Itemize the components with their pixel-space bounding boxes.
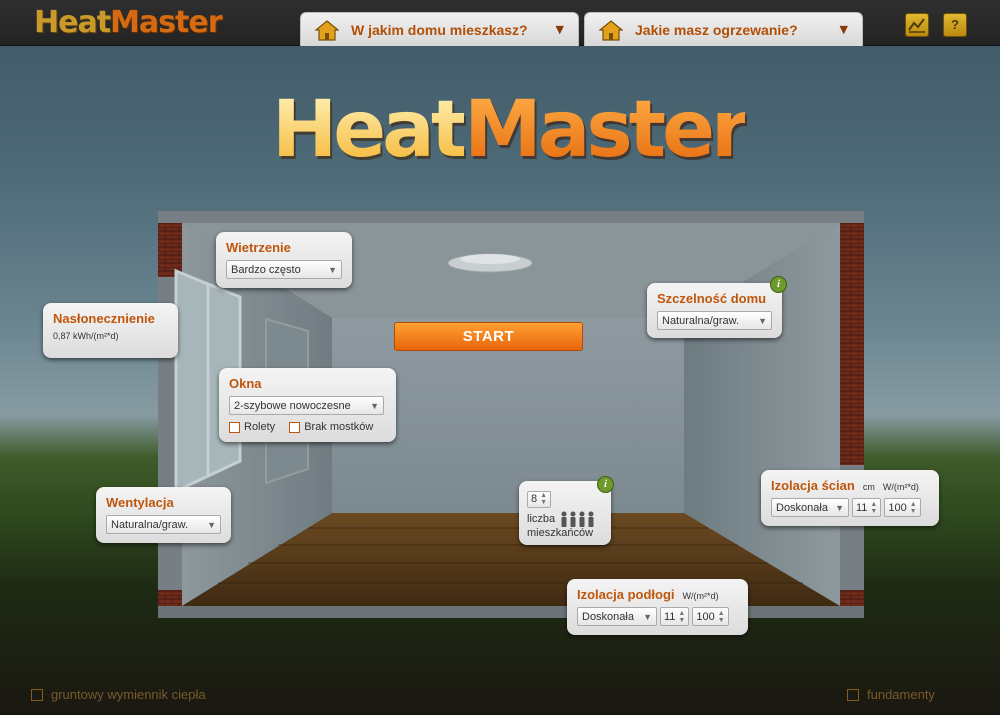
- windows-type-select[interactable]: 2-szybowe nowoczesne ▼: [229, 396, 384, 415]
- chevron-down-icon: ▼: [758, 315, 767, 326]
- wall-insulation-title: Izolacja ścian: [771, 478, 855, 493]
- people-icon: [561, 511, 594, 527]
- chevron-down-icon: ▼: [328, 264, 337, 275]
- insolation-panel: Nasłonecznienie 0,87 kWh/(m²*d): [43, 303, 178, 358]
- ventilation-frequency-title: Wietrzenie: [226, 240, 291, 255]
- ventilation-title: Wentylacja: [106, 495, 174, 510]
- chevron-down-icon: ▼: [839, 23, 848, 36]
- start-button[interactable]: START: [394, 322, 583, 351]
- app-logo[interactable]: HeatMaster: [34, 8, 222, 38]
- wall-insulation-unit-cm: cm: [862, 482, 875, 492]
- windows-title: Okna: [229, 376, 262, 391]
- help-icon[interactable]: ?: [943, 13, 967, 37]
- ventilation-type-select[interactable]: Naturalna/graw. ▼: [106, 515, 221, 534]
- floor-insulation-unit-w: W/(m²*d): [682, 591, 719, 601]
- wall-insulation-panel: Izolacja ścian cm W/(m²*d) Doskonała ▼ 11…: [761, 470, 939, 526]
- wall-thickness-stepper[interactable]: 11 ▲ ▼: [852, 498, 882, 517]
- ventilation-frequency-panel: Wietrzenie Bardzo często ▼: [216, 232, 352, 288]
- occupants-info-icon[interactable]: i: [597, 476, 614, 493]
- chevron-down-icon: ▼: [370, 400, 379, 411]
- ground-heat-exchanger-checkbox[interactable]: gruntowy wymiennik ciepła: [31, 687, 206, 702]
- chevron-down-icon: ▼: [207, 519, 216, 530]
- airtightness-select[interactable]: Naturalna/graw. ▼: [657, 311, 772, 330]
- occupants-stepper[interactable]: 8 ▲ ▼: [527, 490, 552, 508]
- floor-insulation-panel: Izolacja podłogi W/(m²*d) Doskonała ▼ 11 ▲…: [567, 579, 748, 635]
- floor-insulation-title: Izolacja podłogi: [577, 587, 675, 602]
- floor-insulation-select[interactable]: Doskonała ▼: [577, 607, 657, 626]
- no-thermal-bridges-checkbox[interactable]: Brak mostków: [289, 421, 373, 433]
- heating-dropdown[interactable]: Jakie masz ogrzewanie? ▼: [584, 12, 863, 46]
- house-type-dropdown[interactable]: W jakim domu mieszkasz? ▼: [300, 12, 579, 46]
- airtightness-title: Szczelność domu: [657, 291, 767, 306]
- wall-insulation-select[interactable]: Doskonała ▼: [771, 498, 849, 517]
- chevron-down-icon: ▼: [835, 502, 844, 513]
- floor-coefficient-stepper[interactable]: 100 ▲ ▼: [692, 607, 729, 626]
- occupants-label-2: mieszkańców: [527, 526, 594, 539]
- floor-thickness-stepper[interactable]: 11 ▲ ▼: [660, 607, 690, 626]
- airtightness-panel: Szczelność domu Naturalna/graw. ▼: [647, 283, 782, 338]
- foundations-checkbox[interactable]: fundamenty: [847, 687, 935, 702]
- chevron-down-icon: ▼: [643, 611, 652, 622]
- insolation-title: Nasłonecznienie: [53, 311, 155, 326]
- airtightness-info-icon[interactable]: i: [770, 276, 787, 293]
- main-logo: HeatMaster: [272, 85, 749, 175]
- house-icon: [314, 19, 340, 41]
- wall-insulation-unit-w: W/(m²*d): [882, 482, 919, 492]
- top-bar: HeatMaster W jakim domu mieszkasz? ▼ Jak…: [0, 0, 1000, 46]
- ventilation-panel: Wentylacja Naturalna/graw. ▼: [96, 487, 231, 543]
- wall-coefficient-stepper[interactable]: 100 ▲ ▼: [884, 498, 921, 517]
- blinds-checkbox[interactable]: Rolety: [229, 421, 275, 433]
- ventilation-frequency-select[interactable]: Bardzo często ▼: [226, 260, 342, 279]
- occupants-panel: 8 ▲ ▼ liczba mieszkańców: [519, 481, 611, 545]
- chart-icon[interactable]: [905, 13, 929, 37]
- insolation-value: 0,87 kWh/(m²*d): [53, 331, 119, 341]
- windows-panel: Okna 2-szybowe nowoczesne ▼ Rolety Brak m…: [219, 368, 396, 442]
- house-type-label: W jakim domu mieszkasz?: [351, 21, 528, 38]
- occupants-label-1: liczba: [527, 512, 556, 525]
- chevron-down-icon: ▼: [555, 23, 564, 36]
- heating-label: Jakie masz ogrzewanie?: [635, 21, 798, 38]
- house-icon: [598, 19, 624, 41]
